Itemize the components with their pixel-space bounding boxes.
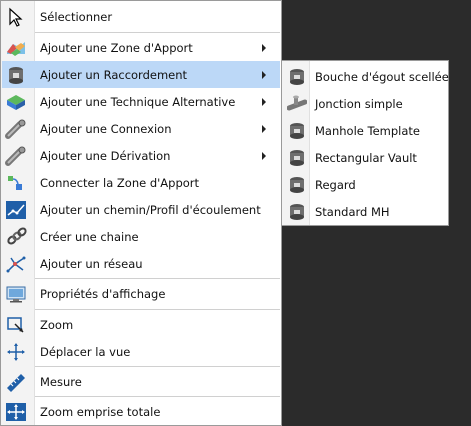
submenu-arrow-icon <box>262 70 266 79</box>
alternative-technique-icon <box>4 91 28 113</box>
menu-item-label: Déplacer la vue <box>40 344 131 359</box>
menu-item-add-network[interactable]: Ajouter un réseau <box>2 250 280 277</box>
menu-separator <box>35 309 280 310</box>
menu-item-label: Zoom emprise totale <box>40 404 161 419</box>
zoom-window-icon <box>4 314 28 336</box>
pipe-derivation-icon <box>4 145 28 167</box>
menu-item-label: Connecter la Zone d'Apport <box>40 175 200 190</box>
menu-item-pan-view[interactable]: Déplacer la vue <box>2 338 280 365</box>
manhole-template-icon <box>285 120 309 142</box>
menu-item-label: Ajouter un réseau <box>40 256 143 271</box>
menu-item-label: Ajouter une Technique Alternative <box>40 94 236 109</box>
submenu-item-label: Jonction simple <box>315 96 403 111</box>
menu-item-display-properties[interactable]: Propriétés d'affichage <box>2 280 280 308</box>
submenu-item-label: Regard <box>315 177 356 192</box>
menu-separator <box>35 278 280 279</box>
connect-catchment-icon <box>4 172 28 194</box>
standard-mh-icon <box>285 201 309 223</box>
cursor-arrow-icon <box>4 6 28 28</box>
zoom-extents-icon <box>4 401 28 423</box>
menu-item-zoom-extents[interactable]: Zoom emprise totale <box>2 398 280 425</box>
menu-item-create-chain[interactable]: Créer une chaine <box>2 223 280 250</box>
menu-item-label: Ajouter une Zone d'Apport <box>40 40 193 55</box>
submenu-arrow-icon <box>262 97 266 106</box>
menu-item-select[interactable]: Sélectionner <box>2 4 280 30</box>
submenu-item-manhole-template[interactable]: Manhole Template <box>283 117 447 144</box>
junction-manhole-icon <box>4 64 28 86</box>
menu-separator <box>35 32 280 33</box>
menu-separator <box>35 396 280 397</box>
menu-item-label: Propriétés d'affichage <box>40 287 166 301</box>
menu-item-add-catchment[interactable]: Ajouter une Zone d'Apport <box>2 34 280 61</box>
submenu-arrow-icon <box>262 124 266 133</box>
regard-icon <box>285 174 309 196</box>
menu-item-add-alt-technique[interactable]: Ajouter une Technique Alternative <box>2 88 280 115</box>
menu-item-label: Créer une chaine <box>40 229 139 244</box>
menu-item-add-derivation[interactable]: Ajouter une Dérivation <box>2 142 280 169</box>
junction-submenu: Bouche d'égout scellée Jonction simple M… <box>281 60 449 226</box>
menu-item-add-connection[interactable]: Ajouter une Connexion <box>2 115 280 142</box>
pan-view-icon <box>4 341 28 363</box>
submenu-arrow-icon <box>262 43 266 52</box>
flow-path-icon <box>4 199 28 221</box>
pipe-connection-icon <box>4 118 28 140</box>
submenu-item-standard-mh[interactable]: Standard MH <box>283 198 447 225</box>
submenu-item-simple-junction[interactable]: Jonction simple <box>283 90 447 117</box>
context-menu: Sélectionner Ajouter une Zone d'Apport A… <box>0 0 282 426</box>
submenu-item-label: Standard MH <box>315 204 390 219</box>
menu-item-label: Ajouter un Raccordement <box>40 67 188 82</box>
submenu-item-sealed-manhole[interactable]: Bouche d'égout scellée <box>283 63 449 90</box>
submenu-item-label: Bouche d'égout scellée <box>315 69 449 84</box>
menu-separator <box>35 366 280 367</box>
submenu-item-label: Rectangular Vault <box>315 150 417 165</box>
chain-icon <box>4 226 28 248</box>
menu-item-measure[interactable]: Mesure <box>2 368 280 395</box>
menu-item-label: Sélectionner <box>40 10 113 24</box>
network-icon <box>4 253 28 275</box>
rectangular-vault-icon <box>285 147 309 169</box>
menu-item-label: Zoom <box>40 317 74 332</box>
catchment-area-icon <box>4 37 28 59</box>
submenu-item-regard[interactable]: Regard <box>283 171 447 198</box>
menu-item-add-junction[interactable]: Ajouter un Raccordement <box>2 61 280 88</box>
simple-junction-icon <box>285 93 309 115</box>
menu-item-add-flow-path[interactable]: Ajouter un chemin/Profil d'écoulement <box>2 196 280 223</box>
menu-item-connect-catchment[interactable]: Connecter la Zone d'Apport <box>2 169 280 196</box>
submenu-arrow-icon <box>262 151 266 160</box>
menu-item-label: Mesure <box>40 374 82 389</box>
submenu-item-label: Manhole Template <box>315 123 420 138</box>
menu-item-label: Ajouter une Connexion <box>40 121 172 136</box>
menu-item-label: Ajouter une Dérivation <box>40 148 171 163</box>
measure-ruler-icon <box>4 371 28 393</box>
display-properties-icon <box>4 283 28 305</box>
menu-item-zoom[interactable]: Zoom <box>2 311 280 338</box>
menu-item-label: Ajouter un chemin/Profil d'écoulement <box>40 202 261 217</box>
sealed-manhole-icon <box>285 66 309 88</box>
submenu-item-rectangular-vault[interactable]: Rectangular Vault <box>283 144 447 171</box>
